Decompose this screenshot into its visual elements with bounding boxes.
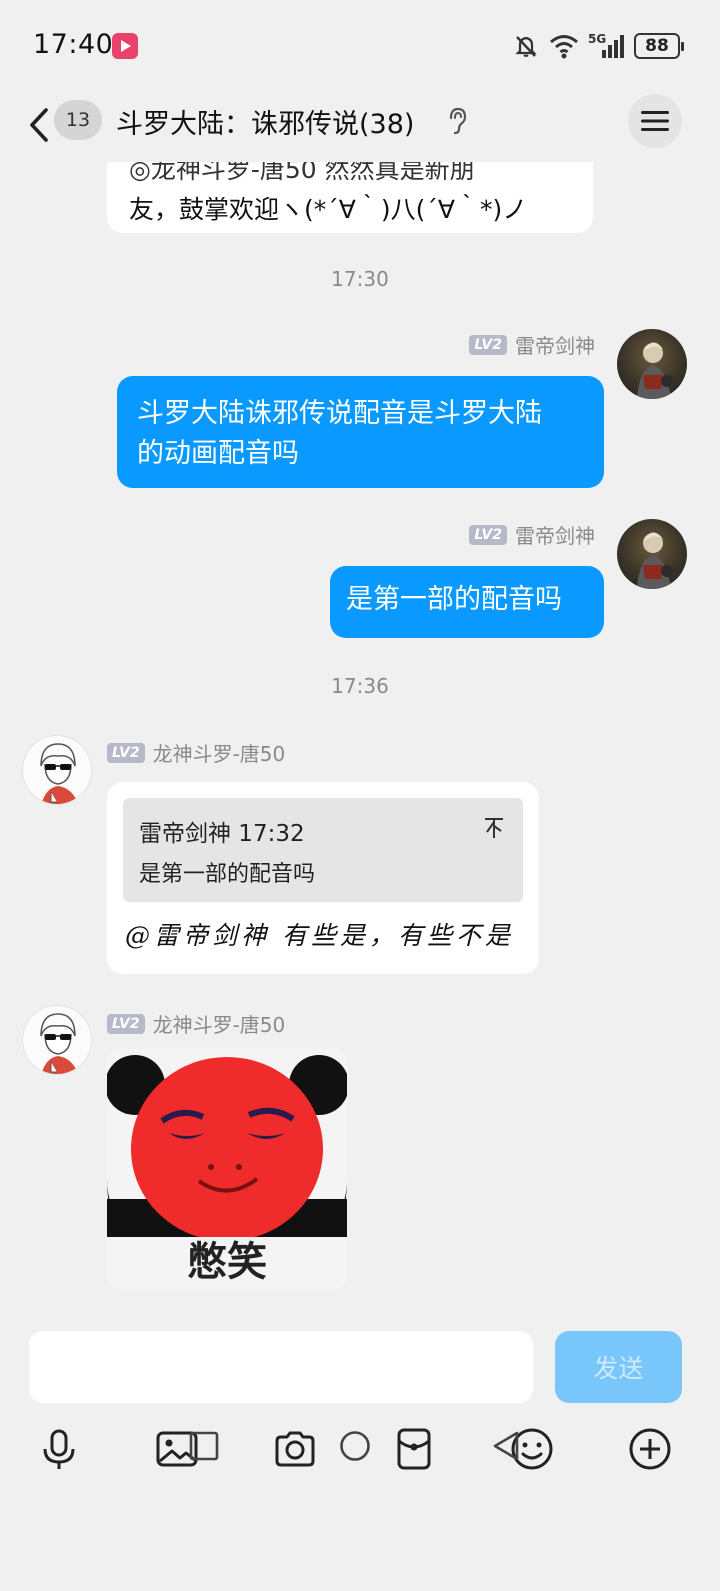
input-area: 发送 — [0, 1317, 720, 1591]
sender-name[interactable]: 龙神斗罗-唐50 — [153, 1009, 286, 1038]
message-text-line: 友，鼓掌欢迎ヽ(*´∀｀)八(´∀｀*)ノ — [129, 195, 528, 224]
home-icon[interactable] — [338, 1429, 372, 1463]
sticker-image[interactable]: 憋笑 — [107, 1049, 347, 1289]
ear-icon[interactable] — [446, 106, 470, 136]
message-input[interactable] — [29, 1331, 533, 1403]
microphone-icon[interactable] — [37, 1427, 81, 1471]
recent-apps-icon[interactable] — [187, 1429, 221, 1463]
chat-title[interactable]: 斗罗大陆：诛邪传说(38) — [116, 102, 414, 141]
status-bar: 17:40 5G 88 — [0, 0, 720, 90]
battery-level: 88 — [645, 36, 669, 56]
status-indicators: 5G 88 — [512, 30, 684, 62]
avatar[interactable] — [617, 519, 687, 589]
quote-text: 是第一部的配音吗 — [139, 862, 316, 887]
chat-header: 13 斗罗大陆：诛邪传说(38) — [0, 92, 720, 162]
sticker-caption: 憋笑 — [187, 1239, 267, 1285]
sender-row: LV2 雷帝剑神 — [469, 520, 595, 549]
message-text: @雷帝剑神 有些是，有些不是 — [125, 921, 514, 950]
sender-name[interactable]: 龙神斗罗-唐50 — [153, 738, 286, 767]
back-nav-icon[interactable] — [489, 1429, 523, 1463]
level-badge: LV2 — [107, 742, 145, 763]
message-text: 是第一部的配音吗 — [346, 584, 562, 615]
timestamp: 17:30 — [331, 267, 389, 291]
cellular-signal-icon: 5G — [588, 32, 626, 60]
red-packet-icon[interactable] — [392, 1427, 436, 1471]
sender-row: LV2 龙神斗罗-唐50 — [107, 738, 285, 767]
menu-button[interactable] — [628, 94, 682, 148]
unread-count-badge[interactable]: 13 — [54, 100, 102, 140]
message-bubble-outgoing[interactable]: 斗罗大陆诛邪传说配音是斗罗大陆 的动画配音吗 — [117, 376, 604, 488]
message-list[interactable]: ◎龙神斗罗-唐50 然然真是新朋 友，鼓掌欢迎ヽ(*´∀｀)八(´∀｀*)ノ 1… — [0, 162, 720, 1317]
send-button[interactable]: 发送 — [555, 1331, 682, 1403]
message-text-line: 的动画配音吗 — [137, 438, 299, 469]
quoted-message[interactable]: 雷帝剑神 17:32 是第一部的配音吗 — [123, 798, 523, 902]
message-bubble-outgoing[interactable]: 是第一部的配音吗 — [330, 566, 604, 638]
sender-name[interactable]: 雷帝剑神 — [515, 520, 595, 549]
jump-to-quote-icon[interactable] — [483, 816, 505, 840]
hamburger-icon — [641, 111, 669, 131]
message-text-line: 斗罗大陆诛邪传说配音是斗罗大陆 — [137, 398, 542, 429]
camera-icon[interactable] — [273, 1427, 317, 1471]
back-arrow-icon[interactable] — [22, 102, 56, 148]
plus-icon[interactable] — [628, 1427, 672, 1471]
level-badge: LV2 — [469, 334, 507, 355]
quote-sender-time: 雷帝剑神 17:32 — [139, 821, 305, 847]
mute-bell-icon — [515, 36, 537, 57]
video-app-icon — [112, 33, 138, 59]
avatar[interactable] — [22, 1005, 92, 1075]
sender-name[interactable]: 雷帝剑神 — [515, 330, 595, 359]
wifi-icon — [550, 35, 578, 59]
sender-row: LV2 雷帝剑神 — [469, 330, 595, 359]
message-bubble-partial[interactable]: ◎龙神斗罗-唐50 然然真是新朋 友，鼓掌欢迎ヽ(*´∀｀)八(´∀｀*)ノ — [107, 162, 593, 233]
sender-row: LV2 龙神斗罗-唐50 — [107, 1009, 285, 1038]
timestamp: 17:36 — [331, 674, 389, 698]
message-bubble-incoming[interactable]: 雷帝剑神 17:32 是第一部的配音吗 @雷帝剑神 有些是，有些不是 — [107, 782, 539, 974]
status-time: 17:40 — [33, 29, 114, 60]
avatar[interactable] — [617, 329, 687, 399]
battery-icon: 88 — [634, 33, 684, 59]
level-badge: LV2 — [469, 524, 507, 545]
avatar[interactable] — [22, 735, 92, 805]
message-text-line: ◎龙神斗罗-唐50 然然真是新朋 — [129, 162, 475, 184]
level-badge: LV2 — [107, 1013, 145, 1034]
